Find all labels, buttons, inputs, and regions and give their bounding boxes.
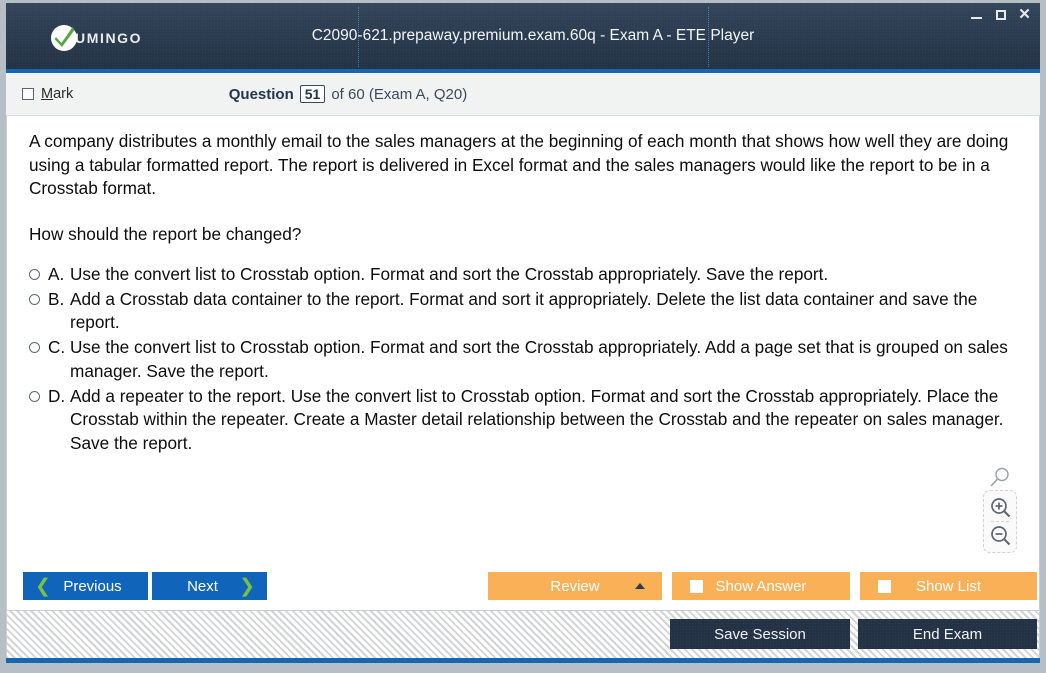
end-exam-label: End Exam	[912, 625, 983, 643]
radio-button[interactable]	[29, 390, 40, 402]
brand-logo: UMINGO	[51, 25, 142, 51]
question-prompt: How should the report be changed?	[29, 224, 302, 245]
option-text: Add a Crosstab data container to the rep…	[70, 288, 978, 333]
title-bar: UMINGO C2090-621.prepaway.premium.exam.6…	[6, 3, 1040, 73]
review-button-label: Review	[550, 577, 600, 595]
show-answer-checkbox[interactable]	[690, 579, 703, 593]
answer-option-c[interactable]: C. Use the convert list to Crosstab opti…	[29, 336, 1017, 383]
previous-button[interactable]: ❮ Previous	[23, 572, 148, 600]
answer-options-list: A. Use the convert list to Crosstab opti…	[29, 263, 1017, 457]
chevron-left-icon: ❮	[35, 575, 51, 597]
zoom-buttons-panel	[983, 490, 1017, 553]
zoom-toolbar	[983, 467, 1017, 553]
option-text: Use the convert list to Crosstab option.…	[70, 337, 1008, 381]
answer-option-b[interactable]: B. Add a Crosstab data container to the …	[29, 288, 1017, 335]
option-letter: A.	[48, 263, 65, 284]
minimize-icon[interactable]	[969, 7, 984, 22]
zoom-in-button[interactable]	[987, 495, 1013, 520]
question-stem: A company distributes a monthly email to…	[29, 131, 1009, 199]
previous-button-label: Previous	[63, 577, 122, 595]
next-button-label: Next	[187, 577, 218, 595]
window-controls: ✕	[969, 7, 1032, 22]
radio-button[interactable]	[29, 293, 40, 305]
show-list-label: Show List	[915, 577, 982, 595]
chevron-right-icon: ❯	[239, 575, 255, 597]
radio-button[interactable]	[29, 268, 40, 280]
save-session-button[interactable]: Save Session	[670, 619, 850, 649]
option-letter: B.	[48, 288, 65, 309]
question-word: Question	[228, 85, 294, 103]
close-icon[interactable]: ✕	[1017, 7, 1032, 22]
checkmark-icon	[51, 25, 77, 51]
review-button[interactable]: Review	[488, 572, 662, 600]
next-button[interactable]: Next ❯	[152, 572, 267, 600]
question-content-area: A company distributes a monthly email to…	[6, 116, 1040, 567]
show-answer-label: Show Answer	[715, 577, 807, 595]
option-letter: D.	[48, 385, 66, 406]
option-letter: C.	[48, 337, 66, 358]
show-list-button[interactable]: Show List	[860, 572, 1037, 600]
option-text: Use the convert list to Crosstab option.…	[70, 263, 829, 284]
show-list-checkbox[interactable]	[878, 579, 891, 593]
question-counter: Question 51 of 60 (Exam A, Q20)	[6, 85, 1040, 103]
radio-button[interactable]	[29, 342, 40, 354]
footer-bar: Save Session End Exam	[6, 611, 1040, 663]
question-total-label: of 60 (Exam A, Q20)	[331, 85, 468, 103]
navigation-button-bar: ❮ Previous Next ❯ Review Show Answer Sho…	[6, 567, 1040, 611]
option-text: Add a repeater to the report. Use the co…	[70, 385, 1004, 454]
zoom-out-button[interactable]	[987, 523, 1013, 548]
magnifier-icon	[983, 467, 1017, 488]
question-header-bar: Mark Question 51 of 60 (Exam A, Q20)	[6, 73, 1040, 116]
answer-option-a[interactable]: A. Use the convert list to Crosstab opti…	[29, 263, 1017, 287]
caret-up-icon	[635, 583, 645, 589]
brand-name: UMINGO	[75, 30, 143, 46]
answer-option-d[interactable]: D. Add a repeater to the report. Use the…	[29, 385, 1017, 456]
end-exam-button[interactable]: End Exam	[858, 619, 1037, 649]
maximize-icon[interactable]	[993, 7, 1008, 22]
question-number-field[interactable]: 51	[299, 85, 326, 103]
show-answer-button[interactable]: Show Answer	[672, 572, 850, 600]
save-session-label: Save Session	[714, 625, 806, 643]
zoom-divider	[991, 521, 1009, 522]
application-window: UMINGO C2090-621.prepaway.premium.exam.6…	[0, 0, 1046, 673]
window-title: C2090-621.prepaway.premium.exam.60q - Ex…	[311, 27, 755, 44]
